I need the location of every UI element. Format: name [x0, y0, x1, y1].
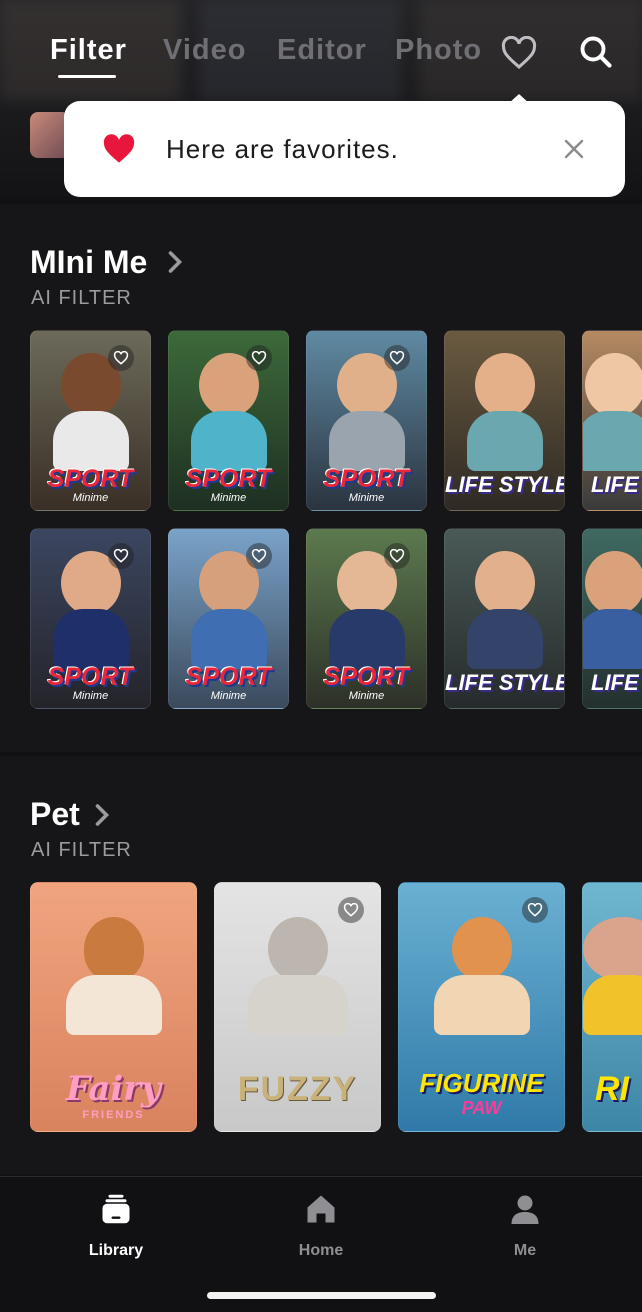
heart-outline-icon[interactable]: [522, 897, 548, 923]
card-illustration: [583, 353, 642, 471]
card-illustration: [328, 353, 405, 471]
library-icon: [102, 1194, 130, 1224]
filter-card[interactable]: SPORT Minime: [306, 528, 427, 709]
card-title: SPORT: [47, 465, 134, 493]
home-icon: [307, 1195, 335, 1223]
nav-label: Me: [513, 1242, 537, 1259]
heart-outline-icon[interactable]: [384, 543, 410, 569]
card-title: Fairy: [66, 1069, 161, 1109]
card-subtitle: Minime: [348, 492, 385, 504]
filter-card[interactable]: SPORT Minime: [168, 528, 289, 709]
nav-label: Home: [298, 1242, 344, 1259]
filter-card[interactable]: Fairy FRIENDS: [30, 882, 197, 1132]
card-title: FIGURINE: [419, 1068, 544, 1098]
card-illustration: [52, 551, 129, 669]
section-subtitle: AI FILTER: [31, 839, 132, 861]
filter-card[interactable]: SPORT Minime: [30, 528, 151, 709]
card-title: SPORT: [185, 465, 272, 493]
card-subtitle: Minime: [348, 690, 385, 702]
card-illustration: [466, 551, 543, 669]
card-illustration: [583, 551, 642, 669]
nav-me[interactable]: Me: [465, 1191, 585, 1260]
nav-home[interactable]: Home: [261, 1191, 381, 1260]
card-subtitle: Minime: [210, 690, 247, 702]
nav-library[interactable]: Library: [56, 1191, 176, 1260]
card-subtitle: PAW: [461, 1098, 502, 1118]
search-icon[interactable]: [578, 34, 614, 70]
card-title: LIFE STYLE: [445, 670, 565, 695]
filter-card[interactable]: SPORT Minime: [30, 330, 151, 511]
filter-card[interactable]: FIGURINE PAW: [398, 882, 565, 1132]
card-illustration: [583, 917, 642, 1035]
card-subtitle: Minime: [72, 492, 109, 504]
card-title: LIFE S: [591, 670, 642, 695]
card-title: SPORT: [323, 465, 410, 493]
card-subtitle: Minime: [72, 690, 109, 702]
section-mini-me: MIni Me AI FILTER SPORT Minime SPORT Min…: [0, 204, 642, 752]
close-icon[interactable]: [562, 137, 586, 161]
card-illustration: [190, 353, 267, 471]
category-tabs: Filter Video Editor Photo: [0, 30, 642, 90]
card-title: SPORT: [323, 663, 410, 691]
chevron-right-icon[interactable]: [94, 803, 110, 827]
card-illustration: [190, 551, 267, 669]
filter-card[interactable]: SPORT Minime: [306, 330, 427, 511]
card-title: SPORT: [185, 663, 272, 691]
section-title[interactable]: Pet: [30, 796, 80, 833]
heart-outline-icon[interactable]: [108, 543, 134, 569]
home-indicator: [207, 1292, 436, 1299]
card-subtitle: FRIENDS: [82, 1109, 145, 1121]
heart-outline-icon[interactable]: [246, 345, 272, 371]
heart-filled-icon: [103, 134, 135, 163]
card-title: LIFE STYLE: [445, 472, 565, 497]
filter-card[interactable]: LIFE STYLE: [444, 330, 565, 511]
filter-card[interactable]: SPORT Minime: [168, 330, 289, 511]
heart-outline-icon[interactable]: [384, 345, 410, 371]
nav-label: Library: [88, 1242, 144, 1259]
card-illustration: [466, 353, 543, 471]
active-tab-indicator: [58, 75, 116, 78]
card-illustration: [247, 917, 348, 1035]
section-title[interactable]: MIni Me: [30, 244, 147, 281]
card-title: LIFE S: [591, 472, 642, 497]
card-subtitle: Minime: [210, 492, 247, 504]
filter-card[interactable]: FUZZY: [214, 882, 381, 1132]
card-title: FUZZY: [237, 1070, 358, 1108]
heart-outline-icon[interactable]: [246, 543, 272, 569]
heart-outline-icon[interactable]: [338, 897, 364, 923]
tab-photo[interactable]: Photo: [395, 34, 482, 67]
tab-editor[interactable]: Editor: [277, 34, 367, 67]
card-title: RI: [595, 1070, 629, 1108]
filter-card[interactable]: LIFE S: [582, 528, 642, 709]
card-illustration: [433, 917, 530, 1035]
section-pet: Pet AI FILTER Fairy FRIENDS FUZZY FIGURI…: [0, 756, 642, 1174]
heart-outline-icon[interactable]: [108, 345, 134, 371]
favorites-tooltip: Here are favorites.: [64, 94, 625, 197]
filter-card[interactable]: RI: [582, 882, 642, 1132]
tooltip-message: Here are favorites.: [166, 134, 399, 164]
heart-outline-icon[interactable]: [500, 36, 538, 70]
section-subtitle: AI FILTER: [31, 287, 132, 309]
tab-filter[interactable]: Filter: [50, 34, 127, 67]
tab-video[interactable]: Video: [163, 34, 246, 67]
card-illustration: [65, 917, 162, 1035]
filter-card[interactable]: LIFE STYLE: [444, 528, 565, 709]
person-icon: [511, 1195, 539, 1224]
card-illustration: [328, 551, 405, 669]
card-title: SPORT: [47, 663, 134, 691]
card-illustration: [52, 353, 129, 471]
chevron-right-icon[interactable]: [167, 250, 183, 274]
filter-card[interactable]: LIFE S: [582, 330, 642, 511]
